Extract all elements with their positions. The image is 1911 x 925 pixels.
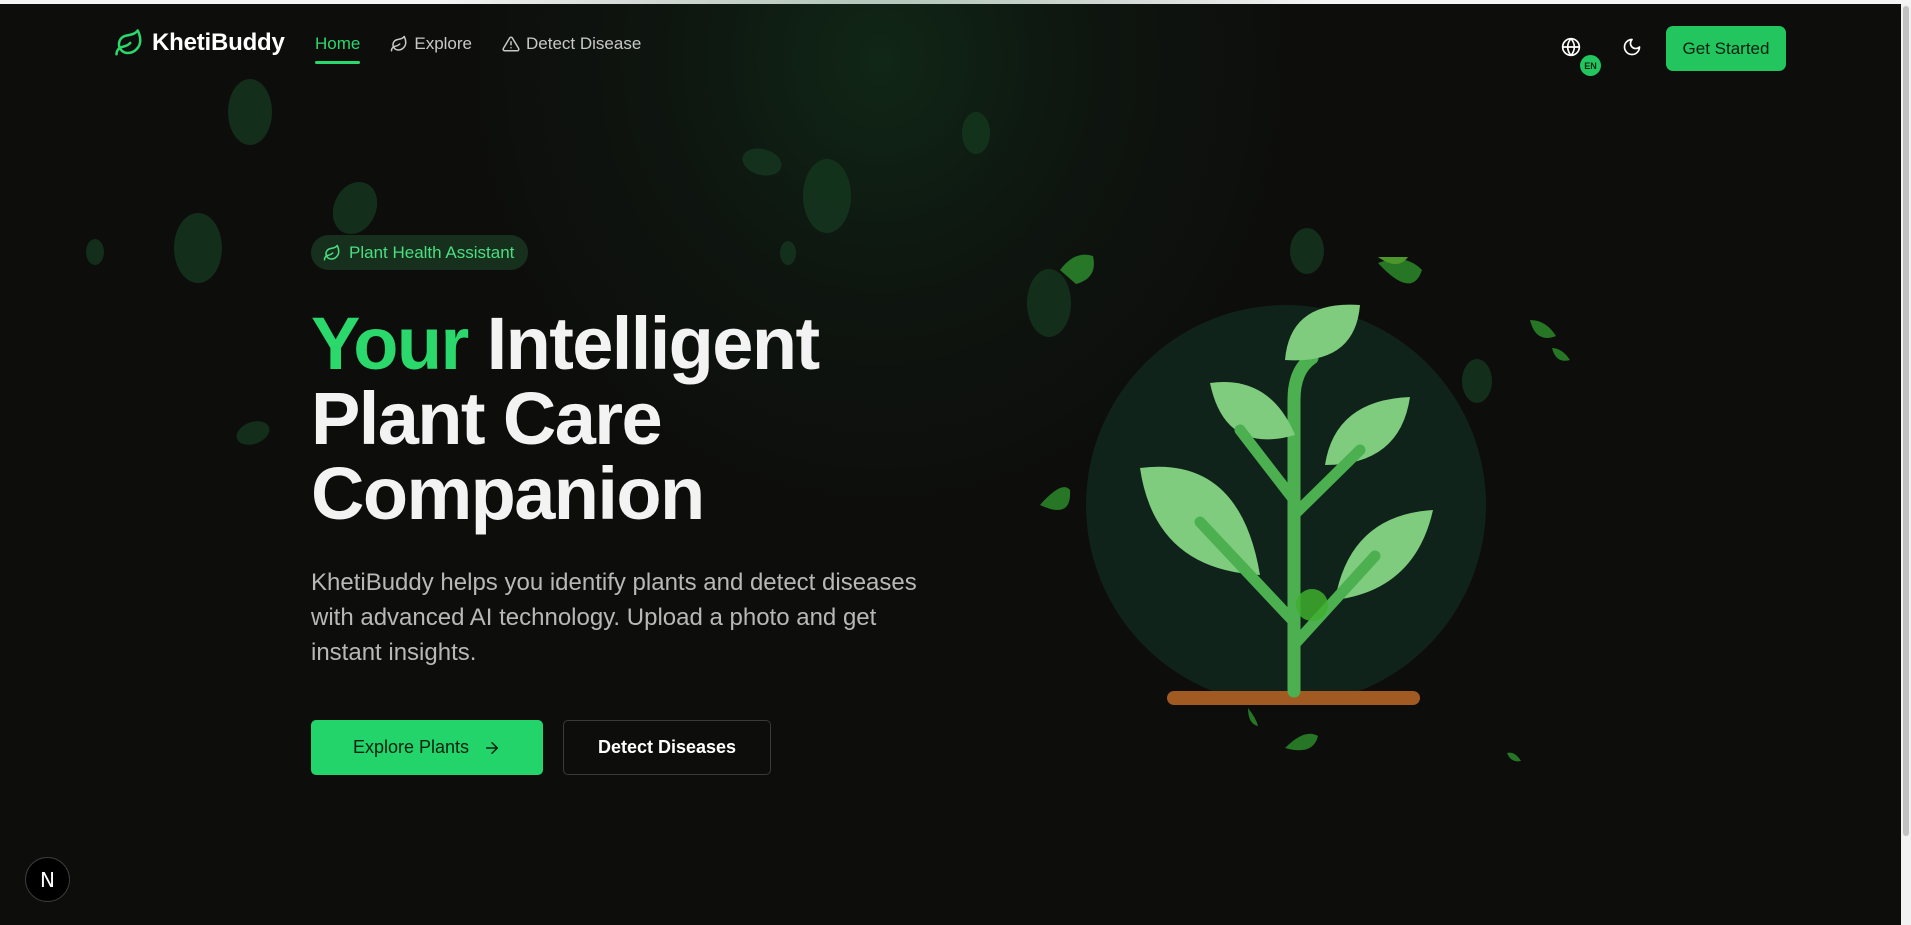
main-nav: Home Explore Detect Disease bbox=[315, 34, 641, 64]
nav-link-explore[interactable]: Explore bbox=[390, 34, 472, 54]
globe-icon bbox=[1561, 37, 1581, 57]
hero-headline: Your Intelligent Plant Care Companion bbox=[311, 306, 871, 531]
brand-name: KhetiBuddy bbox=[152, 29, 285, 56]
hero-badge: Plant Health Assistant bbox=[311, 235, 529, 270]
headline-accent: Your bbox=[311, 302, 469, 385]
plant-illustration bbox=[1086, 304, 1486, 705]
theme-toggle-button[interactable] bbox=[1617, 32, 1647, 62]
get-started-button[interactable]: Get Started bbox=[1666, 26, 1786, 71]
page-scrollbar[interactable] bbox=[1901, 4, 1911, 925]
top-navigation: KhetiBuddy Home Explore Detect Disease E… bbox=[0, 4, 1901, 84]
brand-logo[interactable]: KhetiBuddy bbox=[114, 28, 285, 58]
decorative-background-leaves bbox=[86, 79, 1570, 762]
warning-triangle-icon bbox=[502, 36, 520, 52]
nav-link-label: Home bbox=[315, 34, 361, 53]
language-badge: EN bbox=[1580, 55, 1601, 76]
language-switcher-button[interactable] bbox=[1556, 32, 1586, 62]
nav-link-detect-disease[interactable]: Detect Disease bbox=[502, 34, 641, 54]
explore-plants-button[interactable]: Explore Plants bbox=[311, 720, 543, 775]
leaf-icon bbox=[323, 244, 340, 260]
moon-icon bbox=[1623, 38, 1641, 56]
plant-backdrop-circle bbox=[1086, 305, 1486, 705]
plant-highlight bbox=[1296, 589, 1328, 621]
detect-diseases-button[interactable]: Detect Diseases bbox=[563, 720, 771, 775]
scrollbar-thumb[interactable] bbox=[1903, 6, 1909, 836]
explore-plants-label: Explore Plants bbox=[352, 737, 470, 757]
nextjs-dev-indicator[interactable]: N bbox=[25, 857, 70, 902]
arrow-right-icon bbox=[486, 741, 499, 754]
nav-link-home[interactable]: Home bbox=[315, 34, 361, 64]
leaf-icon bbox=[391, 35, 407, 52]
nav-link-label: Explore bbox=[414, 34, 472, 53]
leaf-logo-icon bbox=[115, 29, 142, 56]
nav-link-label: Detect Disease bbox=[526, 34, 642, 53]
hero-description: KhetiBuddy helps you identify plants and… bbox=[311, 569, 917, 666]
hero-badge-label: Plant Health Assistant bbox=[349, 242, 515, 262]
